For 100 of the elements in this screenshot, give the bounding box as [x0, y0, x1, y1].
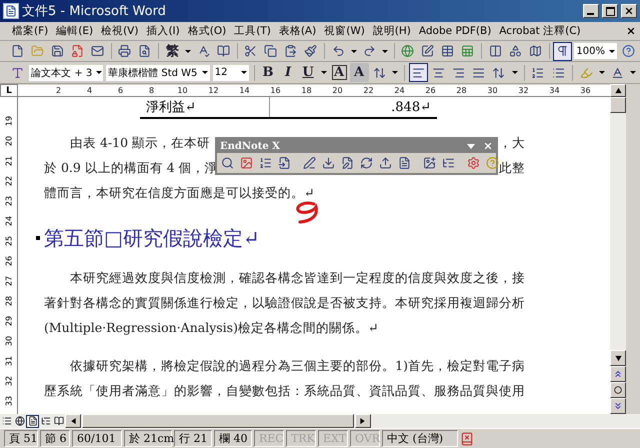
toolbar-title: EndNote X: [220, 140, 281, 152]
caret-icon: [350, 50, 357, 52]
down-arrow-icon: [614, 354, 622, 362]
underline-button[interactable]: U: [298, 63, 318, 82]
insert-spreadsheet-icon: [461, 44, 474, 58]
menu-item[interactable]: Adobe PDF(B): [414, 25, 496, 37]
scrollbar-thumb[interactable]: [82, 414, 354, 428]
page-count: 60/101: [72, 430, 122, 447]
toolbar-options-icon[interactable]: [467, 144, 475, 148]
body-text: 本研究經過效度與信度檢測，確認各構念皆達到一定程度的信度與效度之後，接: [70, 270, 525, 287]
browse-object-button[interactable]: [610, 382, 626, 398]
highlight-icon: [580, 66, 593, 80]
research-icon: [216, 44, 230, 58]
character-shading-button[interactable]: A: [350, 63, 369, 82]
scroll-left-button[interactable]: [65, 414, 81, 428]
body-text: 歷系統「使用者滿意」的影響，自變數包括：系統品質、資訊品質、服務品質與使用: [44, 383, 525, 400]
character-border-button[interactable]: A: [330, 63, 349, 82]
scrollbar-thumb[interactable]: [610, 97, 626, 113]
double-up-arrow-icon: [613, 369, 623, 379]
caret-icon: [184, 50, 191, 52]
insert-citation-icon: [278, 156, 291, 170]
section-number: 節 6: [40, 430, 70, 447]
show-formatting-button[interactable]: [553, 42, 572, 60]
permission-icon: [71, 44, 84, 58]
go-to-library-icon: [240, 156, 253, 170]
list-icon: [442, 156, 455, 170]
find-citation-icon: [221, 156, 234, 170]
numbering-icon: [531, 66, 545, 80]
web-view-button[interactable]: [13, 414, 26, 428]
menu-item[interactable]: 視窗(W): [320, 24, 369, 38]
save-icon: [51, 44, 64, 58]
insert-table-icon: [441, 44, 454, 58]
outline-view-button[interactable]: [39, 414, 52, 428]
maximize-button[interactable]: [602, 4, 618, 18]
scroll-down-button[interactable]: [610, 350, 626, 366]
menu-item[interactable]: 格式(O): [184, 24, 230, 38]
chinese-conversion-button[interactable]: 繁: [162, 42, 182, 60]
body-text: 此整: [499, 160, 525, 177]
zoom-dropdown[interactable]: 100%: [573, 42, 618, 60]
caret-icon: [202, 71, 208, 74]
edit-library-icon: [341, 156, 354, 170]
insert-figure-icon: [423, 156, 436, 170]
scroll-right-button[interactable]: [354, 414, 370, 428]
tab-selector[interactable]: L: [0, 84, 18, 97]
show-formatting-icon: [556, 44, 570, 58]
left-arrow-icon: [70, 418, 76, 424]
next-page-button[interactable]: [610, 398, 626, 414]
previous-page-button[interactable]: [610, 366, 626, 382]
open-folder-icon: [31, 44, 44, 58]
horizontal-ruler: 2 4 6 8 10 12 14 16 18 20 22 24 26 28 30 32 34 36: [18, 84, 610, 96]
reading-view-icon: [54, 416, 64, 426]
outline-view-icon: [40, 416, 50, 426]
close-icon[interactable]: [483, 141, 493, 151]
menu-item[interactable]: 檔案(F): [8, 24, 52, 38]
close-button[interactable]: [621, 4, 637, 18]
paste-icon: [284, 44, 298, 58]
font-color-icon: [610, 66, 624, 80]
character-scaling-icon: [372, 66, 386, 80]
edit-citation-icon: [303, 156, 316, 170]
hyperlink-icon: [401, 44, 414, 58]
menu-item[interactable]: 插入(I): [142, 24, 184, 38]
body-text: (Multiple·Regression·Analysis)檢定各構念間的關係。↵: [44, 320, 378, 337]
print-preview-icon: [138, 44, 152, 58]
menu-item[interactable]: Acrobat 注釋(C): [495, 24, 585, 38]
format-painter-icon: [304, 44, 318, 58]
minimize-button[interactable]: [583, 4, 599, 18]
reading-view-button[interactable]: [52, 414, 65, 428]
close-document-icon[interactable]: [626, 26, 636, 36]
bold-button[interactable]: B: [258, 63, 278, 82]
body-text: 著針對各構念的實質關係進行檢定，以驗證假說是否被支持。本研究採用複迴歸分析: [44, 295, 525, 312]
spelling-status-icon[interactable]: [460, 432, 474, 446]
align-center-icon: [432, 66, 445, 80]
style-dropdown[interactable]: 論文本文 + 3: [28, 64, 104, 82]
font-size-dropdown[interactable]: 12: [212, 64, 250, 82]
caret-icon: [320, 71, 327, 74]
menu-item[interactable]: 表格(A): [274, 24, 320, 38]
align-left-button[interactable]: [408, 63, 428, 82]
menu-item[interactable]: 工具(T): [230, 24, 275, 38]
body-text: 依據研究架構，將檢定假說的過程分為三個主要的部份。1)首先，檢定對電子病: [70, 358, 525, 375]
body-text: 由表 4-10 顯示，在本研: [70, 135, 210, 152]
menu-item[interactable]: 檢視(V): [97, 24, 142, 38]
new-document-icon: [11, 44, 24, 58]
redo-icon: [362, 44, 376, 58]
app-icon: [3, 3, 19, 19]
circle-icon: [614, 386, 622, 394]
menu-item[interactable]: 說明(H): [368, 24, 415, 38]
menu-item[interactable]: 編輯(E): [52, 24, 98, 38]
align-right-icon: [452, 66, 466, 80]
body-text: ，大: [499, 135, 525, 152]
right-arrow-icon: [359, 418, 366, 424]
heading-marker-icon: [36, 236, 40, 240]
italic-button[interactable]: I: [278, 63, 298, 82]
print-layout-icon: [28, 416, 38, 426]
web-view-icon: [14, 416, 24, 426]
print-layout-button[interactable]: [26, 414, 39, 428]
format-bibliography-icon: [259, 156, 272, 170]
font-dropdown[interactable]: 華康標楷體 Std W5: [105, 64, 211, 82]
email-icon: [91, 44, 104, 58]
scroll-up-button[interactable]: [610, 84, 626, 97]
cursor-position: 於 21cm: [124, 430, 172, 447]
